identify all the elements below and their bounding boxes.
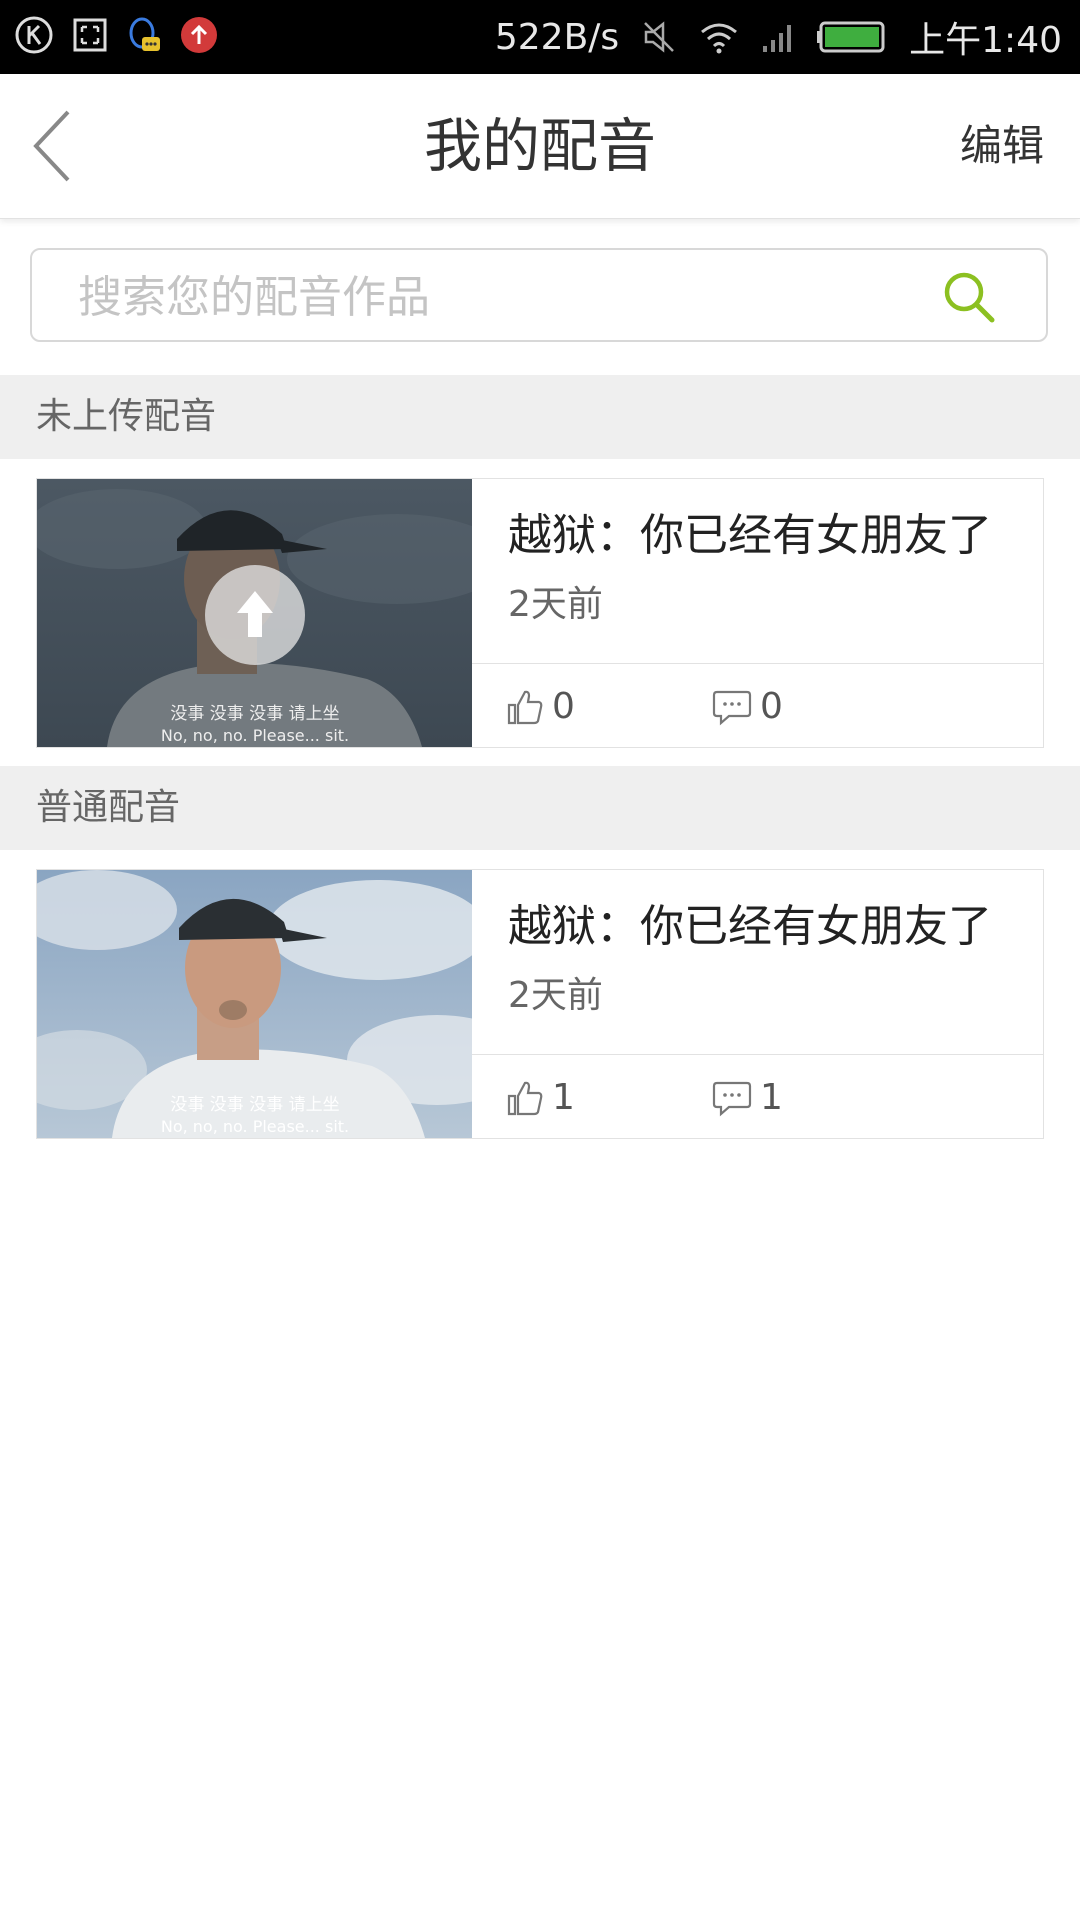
comment-icon xyxy=(712,690,752,725)
like-count: 1 xyxy=(552,1077,575,1118)
search-box xyxy=(30,248,1048,342)
card-time: 2天前 xyxy=(508,975,603,1016)
edit-button[interactable]: 编辑 xyxy=(960,74,1044,218)
like-count: 0 xyxy=(552,686,575,727)
qq-icon xyxy=(129,17,160,51)
video-thumbnail[interactable]: 没事 没事 没事 请上坐 No, no, no. Please... sit. xyxy=(37,479,472,747)
dubbing-card[interactable]: 没事 没事 没事 请上坐 No, no, no. Please... sit. … xyxy=(36,478,1044,748)
comment-icon xyxy=(712,1081,752,1116)
subtitle-zh: 没事 没事 没事 请上坐 xyxy=(170,1095,339,1115)
card-time: 2天前 xyxy=(508,584,603,625)
card-stats: 1 1 xyxy=(472,1054,1043,1138)
section-header-normal: 普通配音 xyxy=(0,766,1080,850)
upload-arrow-icon xyxy=(237,591,273,637)
wifi-icon xyxy=(701,23,738,54)
subtitle-en: No, no, no. Please... sit. xyxy=(161,1117,349,1136)
comment-stat[interactable]: 1 xyxy=(712,1077,783,1118)
like-stat[interactable]: 0 xyxy=(506,686,575,727)
card-info: 越狱：你已经有女朋友了 2天前 1 1 xyxy=(472,870,1043,1138)
page-title: 我的配音 xyxy=(423,112,656,180)
video-thumbnail[interactable]: 没事 没事 没事 请上坐 No, no, no. Please... sit. xyxy=(37,870,472,1138)
card-title: 越狱：你已经有女朋友了 xyxy=(508,901,992,952)
thumbs-up-icon xyxy=(507,690,543,724)
battery-icon xyxy=(817,21,885,53)
status-bar: 522B/s 上午1:40 xyxy=(0,0,1080,74)
section-header-unuploaded: 未上传配音 xyxy=(0,375,1080,459)
thumbs-up-icon xyxy=(507,1081,543,1115)
comment-count: 0 xyxy=(760,686,783,727)
card-title: 越狱：你已经有女朋友了 xyxy=(508,510,992,561)
mute-icon xyxy=(644,21,675,53)
k-icon xyxy=(15,16,53,54)
upload-button[interactable] xyxy=(205,565,305,665)
dubbing-card[interactable]: 没事 没事 没事 请上坐 No, no, no. Please... sit. … xyxy=(36,869,1044,1139)
subtitle-en: No, no, no. Please... sit. xyxy=(161,726,349,745)
card-info: 越狱：你已经有女朋友了 2天前 0 0 xyxy=(472,479,1043,747)
search-input[interactable] xyxy=(76,264,930,330)
like-stat[interactable]: 1 xyxy=(506,1077,575,1118)
screenshot-icon xyxy=(73,18,107,52)
signal-icon xyxy=(763,25,792,52)
app-bar: 我的配音 编辑 xyxy=(0,74,1080,219)
comment-count: 1 xyxy=(760,1077,783,1118)
card-stats: 0 0 xyxy=(472,663,1043,747)
status-time: 上午1:40 xyxy=(909,20,1062,61)
thumbnail-image: 没事 没事 没事 请上坐 No, no, no. Please... sit. xyxy=(37,870,472,1138)
net-speed: 522B/s xyxy=(494,16,620,58)
search-icon[interactable] xyxy=(942,270,996,324)
comment-stat[interactable]: 0 xyxy=(712,686,783,727)
upload-notify-icon xyxy=(181,17,217,53)
subtitle-zh: 没事 没事 没事 请上坐 xyxy=(170,704,339,724)
